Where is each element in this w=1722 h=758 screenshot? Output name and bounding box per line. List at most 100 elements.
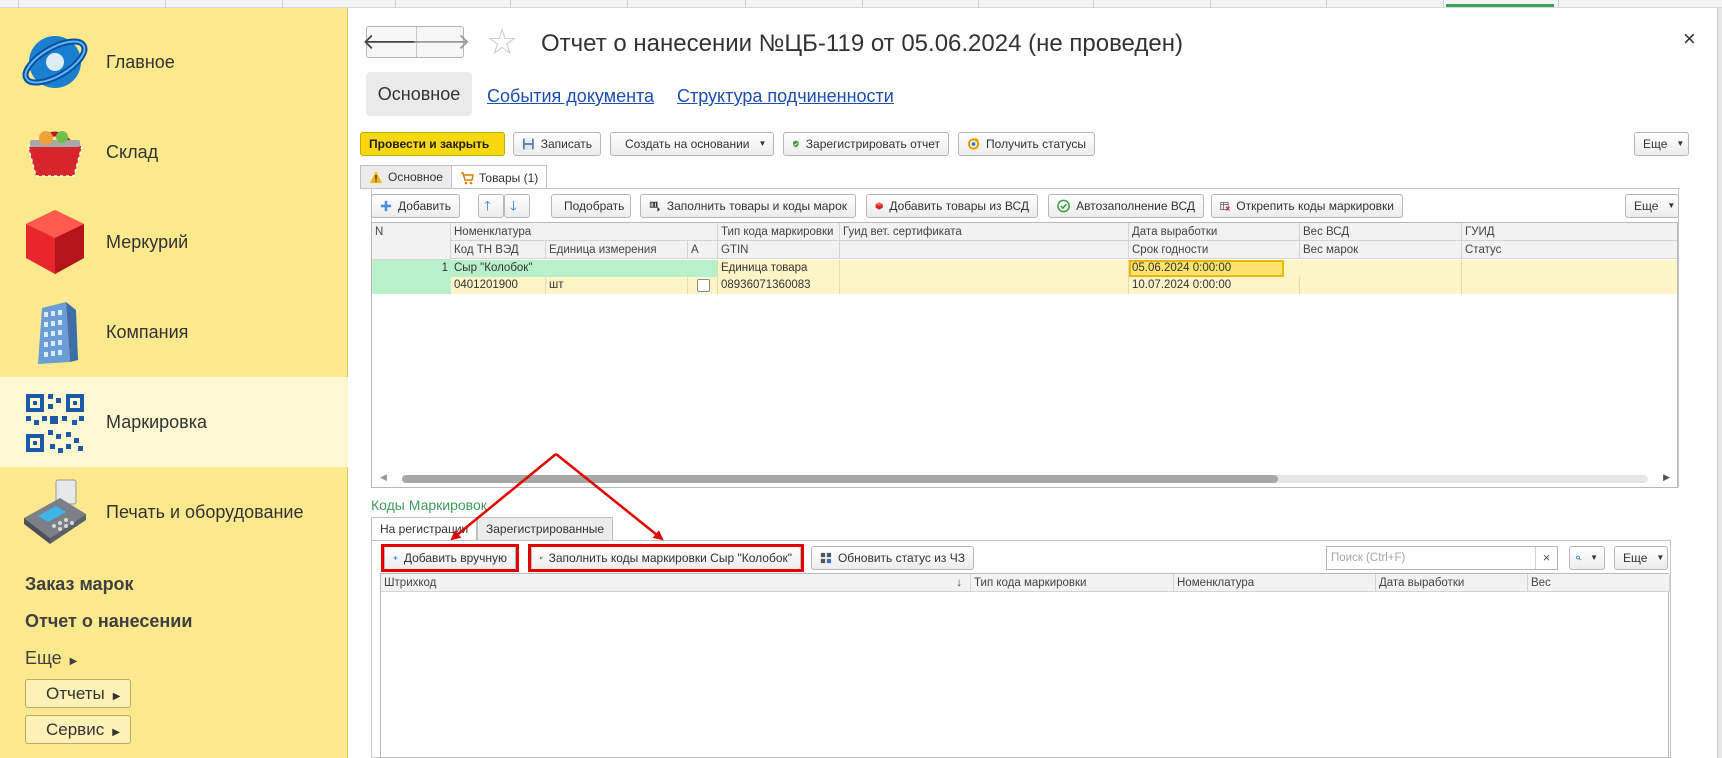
goods-more-button[interactable]: Еще ▼	[1625, 194, 1679, 218]
cell-code-type[interactable]: Единица товара	[718, 260, 840, 277]
move-up-button[interactable]: 🡑	[478, 194, 504, 218]
search-options-button[interactable]: ▼	[1569, 546, 1605, 570]
sidebar-more-link[interactable]: Еще ▶	[25, 648, 77, 669]
plus-icon	[380, 200, 392, 212]
tab-subordination-structure[interactable]: Структура подчиненности	[677, 86, 894, 107]
register-report-button[interactable]: Зарегистрировать отчет	[783, 132, 949, 156]
autofill-vsd-button[interactable]: Автозаполнение ВСД	[1048, 194, 1204, 218]
more-button[interactable]: Еще ▼	[1634, 132, 1689, 156]
active-window-tab[interactable]	[1446, 4, 1554, 7]
column-header-guid[interactable]: ГУИД	[1462, 223, 1677, 241]
cell-marks-weight[interactable]	[1300, 277, 1462, 294]
column-header-expiry[interactable]: Срок годности	[1129, 241, 1300, 259]
scroll-right-icon[interactable]: ▶	[1663, 472, 1670, 483]
sidebar-item-mercury[interactable]: Меркурий	[0, 197, 348, 287]
move-down-button[interactable]: 🡓	[504, 194, 530, 218]
qr-code-icon	[26, 394, 84, 453]
create-based-on-button[interactable]: Создать на основании ▼	[610, 132, 774, 156]
service-button[interactable]: Сервис ▶	[25, 715, 131, 744]
tab-document-events[interactable]: События документа	[487, 86, 654, 107]
column-header-marks-weight[interactable]: Вес марок	[1300, 241, 1462, 259]
cell-guid[interactable]	[1462, 260, 1677, 277]
get-statuses-label: Получить статусы	[986, 137, 1086, 151]
column-header-production-date[interactable]: Дата выработки	[1129, 223, 1300, 241]
update-status-button[interactable]: Обновить статус из ЧЗ	[811, 546, 974, 570]
sidebar-item-main[interactable]: Главное	[0, 17, 348, 107]
tab-divider	[1443, 0, 1444, 8]
close-icon[interactable]: ×	[1683, 26, 1696, 52]
sort-down-icon: ↓	[956, 577, 962, 589]
column-header-vsd-weight[interactable]: Вес ВСД	[1300, 223, 1462, 241]
cell-production-date[interactable]: 05.06.2024 0:00:00	[1129, 260, 1300, 277]
cell-gtin[interactable]: 08936071360083	[718, 277, 840, 294]
column-header-tnved[interactable]: Код ТН ВЭД	[451, 241, 546, 259]
cell-nomenclature[interactable]: Сыр "Колобок"	[451, 260, 718, 277]
scroll-thumb[interactable]	[402, 475, 1278, 483]
column-header-a[interactable]: А	[688, 241, 718, 259]
search-input[interactable]: Поиск (Ctrl+F) ×	[1326, 546, 1558, 570]
cell-unit[interactable]: шт	[546, 277, 688, 294]
page-title: Отчет о нанесении №ЦБ-119 от 05.06.2024 …	[541, 30, 1183, 57]
column-header-status[interactable]: Статус	[1462, 241, 1677, 259]
sidebar-item-printing[interactable]: Печать и оборудование	[0, 467, 348, 557]
tab-main[interactable]: Основное	[366, 72, 472, 116]
column-header-weight[interactable]: Вес	[1528, 574, 1670, 592]
column-header-gtin[interactable]: GTIN	[718, 241, 840, 259]
window-edge	[1717, 8, 1722, 758]
column-header-barcode-label: Штрихкод	[384, 577, 437, 589]
basket-icon	[27, 131, 83, 177]
codes-more-button[interactable]: Еще ▼	[1614, 546, 1668, 570]
pick-button[interactable]: Подобрать	[551, 194, 631, 218]
sidebar-link-order-marks[interactable]: Заказ марок	[25, 574, 134, 595]
chevron-down-icon: ▼	[1667, 201, 1676, 210]
column-header-nomenclature[interactable]: Номенклатура	[1174, 574, 1376, 592]
a-checkbox[interactable]	[697, 279, 710, 292]
tab-registered[interactable]: Зарегистрированные	[477, 517, 614, 540]
arrow-down-icon: 🡓	[510, 198, 517, 213]
sidebar-item-label: Маркировка	[106, 411, 208, 432]
get-statuses-button[interactable]: Получить статусы	[958, 132, 1095, 156]
fill-goods-and-codes-button[interactable]: Заполнить товары и коды марок	[640, 194, 856, 218]
back-button[interactable]: 🡐	[362, 27, 421, 57]
clear-icon[interactable]: ×	[1535, 547, 1557, 569]
add-button[interactable]: Добавить	[371, 194, 460, 218]
horizontal-scrollbar[interactable]: ◀ ▶	[380, 472, 1670, 484]
arrow-right-icon: 🡒	[411, 29, 471, 54]
sidebar-item-company[interactable]: Компания	[0, 287, 348, 377]
column-header-production-date[interactable]: Дата выработки	[1376, 574, 1528, 592]
window-tab-strip	[0, 0, 1722, 8]
arrow-up-icon: 🡑	[484, 198, 491, 213]
pick-label: Подобрать	[564, 199, 625, 213]
post-and-close-button[interactable]: Провести и закрыть	[360, 132, 505, 156]
codes-more-label: Еще	[1623, 551, 1648, 565]
forward-button[interactable]: 🡒	[412, 27, 471, 57]
reports-button[interactable]: Отчеты ▶	[25, 679, 131, 708]
autofill-vsd-label: Автозаполнение ВСД	[1076, 199, 1195, 213]
tab-goods[interactable]: Товары (1)	[451, 165, 548, 189]
add-goods-from-vsd-button[interactable]: Добавить товары из ВСД	[866, 194, 1038, 218]
column-header-vet-cert-guid[interactable]: Гуид вет. сертификата	[840, 223, 1129, 241]
unpin-codes-button[interactable]: Открепить коды маркировки	[1211, 194, 1403, 218]
save-button[interactable]: Записать	[513, 132, 601, 156]
cell-expiry[interactable]: 10.07.2024 0:00:00	[1129, 277, 1300, 294]
column-header-n[interactable]: N	[372, 223, 451, 260]
column-header-code-type[interactable]: Тип кода маркировки	[718, 223, 840, 241]
column-header-unit[interactable]: Единица измерения	[546, 241, 688, 259]
sidebar-link-application-report[interactable]: Отчет о нанесении	[25, 611, 192, 632]
cart-icon	[461, 171, 474, 184]
sidebar-item-marking[interactable]: Маркировка	[0, 377, 348, 467]
card-terminal-icon	[24, 479, 86, 544]
cell-tnved[interactable]: 0401201900	[451, 277, 546, 294]
sidebar-item-label: Главное	[106, 51, 175, 72]
column-header-barcode[interactable]: Штрихкод ↓	[381, 574, 971, 592]
sidebar-item-warehouse[interactable]: Склад	[0, 107, 348, 197]
scroll-left-icon[interactable]: ◀	[380, 472, 387, 483]
star-icon[interactable]: ☆	[486, 22, 518, 62]
tab-general[interactable]: Основное	[360, 165, 452, 188]
cell-status[interactable]	[1462, 277, 1677, 294]
cell-vsd-weight[interactable]	[1300, 260, 1462, 277]
column-header-code-type[interactable]: Тип кода маркировки	[971, 574, 1174, 592]
tab-on-registration[interactable]: На регистрации	[371, 517, 478, 541]
column-header-nomenclature[interactable]: Номенклатура	[451, 223, 718, 241]
cell-vet-cert-guid[interactable]	[840, 260, 1129, 277]
